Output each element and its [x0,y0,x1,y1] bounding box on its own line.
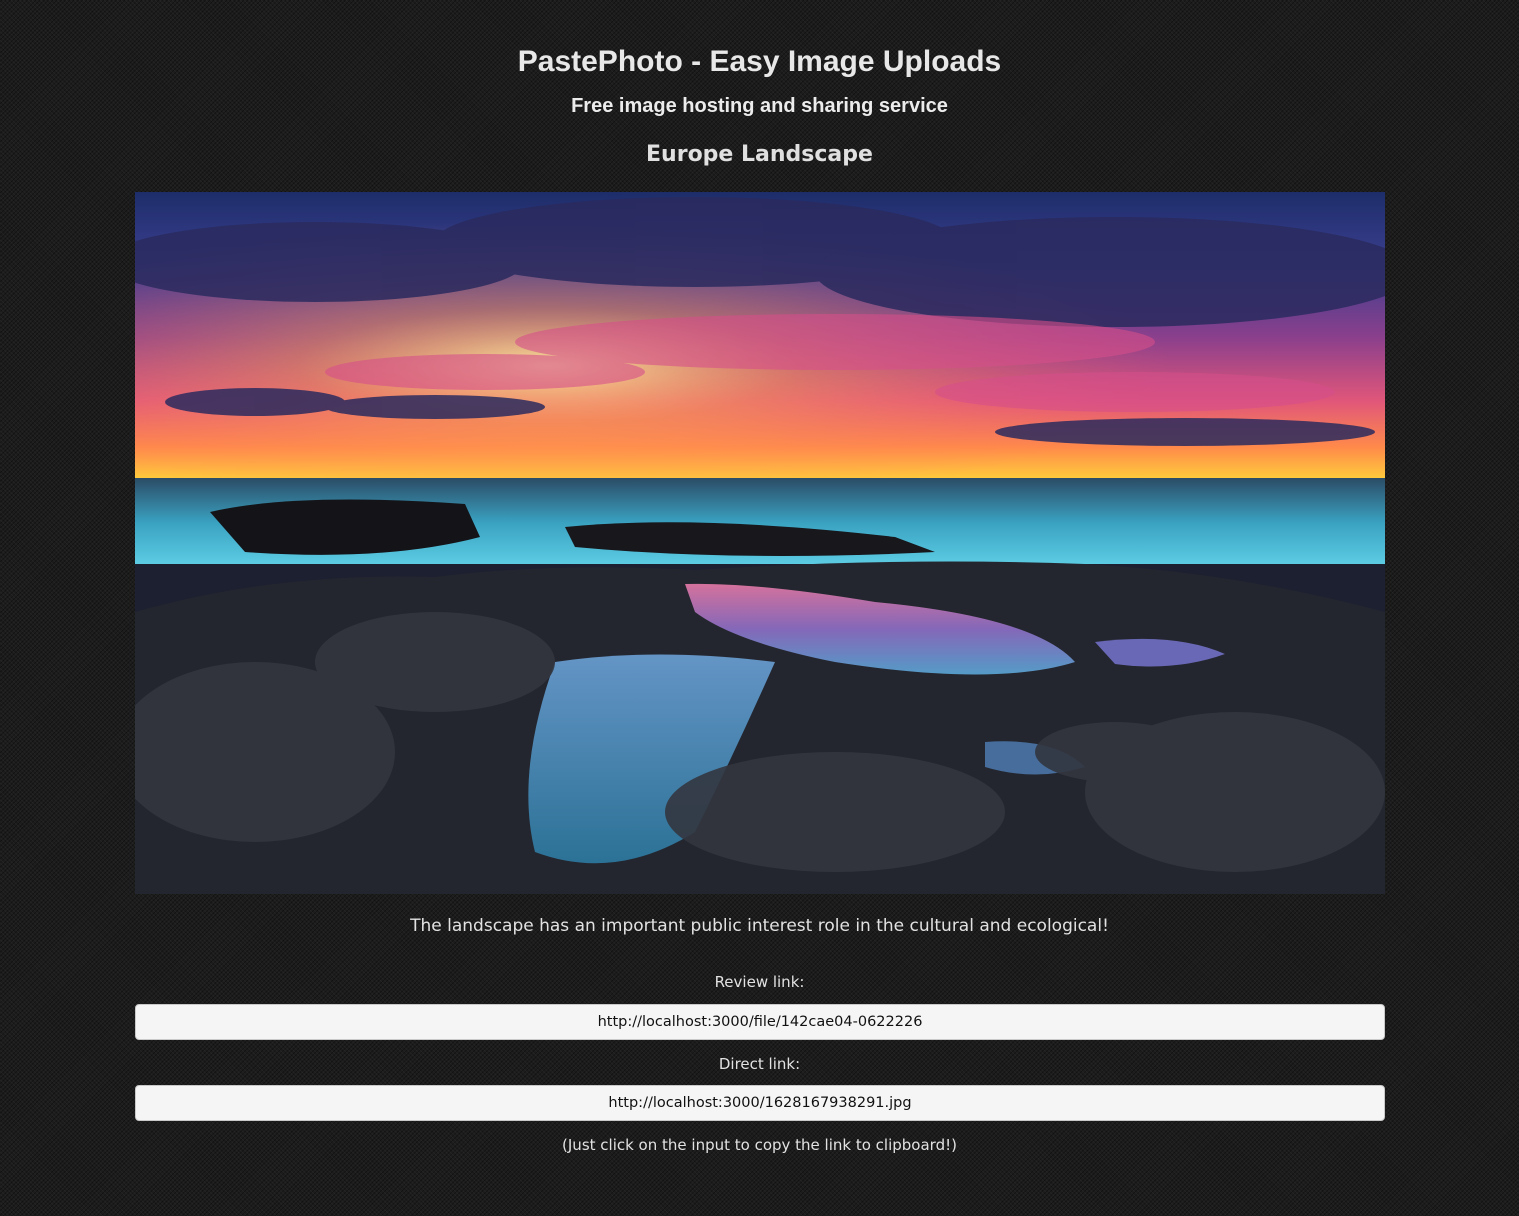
image-caption: The landscape has an important public in… [410,916,1109,936]
uploaded-landscape-photo[interactable] [135,192,1385,894]
site-subtitle: Free image hosting and sharing service [571,95,948,117]
review-link-label: Review link: [714,973,805,991]
copy-hint: (Just click on the input to copy the lin… [562,1136,957,1154]
page: PastePhoto - Easy Image Uploads Free ima… [0,0,1519,1216]
site-title: PastePhoto - Easy Image Uploads [517,45,1002,78]
direct-link-input[interactable] [135,1085,1385,1121]
direct-link-label: Direct link: [718,1055,801,1073]
review-link-input[interactable] [135,1004,1385,1040]
image-title: Europe Landscape [646,142,873,167]
